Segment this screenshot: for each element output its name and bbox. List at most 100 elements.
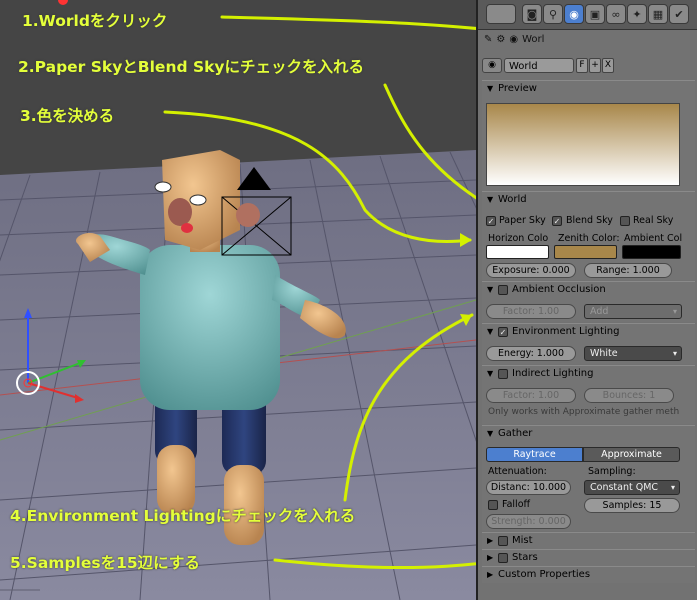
real-sky-checkbox[interactable] (620, 216, 630, 226)
falloff-label: Falloff (502, 499, 531, 510)
fake-user-button[interactable]: F (576, 58, 588, 73)
distance-field[interactable]: Distanc: 10.000 (486, 480, 571, 495)
ao-blend-value: Add (590, 306, 609, 317)
world-header[interactable]: ▼ World (482, 192, 695, 208)
material-icon[interactable]: ▦ (648, 4, 668, 24)
gather-title: Gather (498, 428, 533, 439)
paper-sky-checkbox[interactable]: ✓ (486, 216, 496, 226)
properties-panel: ◙ ⚲ ◉ ▣ ∞ ✦ ▦ ✔ ✎ ⚙ ◉ Worl ◉ World F + X… (476, 0, 697, 600)
sampling-select[interactable]: Constant QMC ▾ (584, 480, 680, 495)
ambient-occlusion-section: ▼ Ambient Occlusion Factor: 1.00 Add ▾ (482, 281, 695, 322)
context-tabs-bar: ◙ ⚲ ◉ ▣ ∞ ✦ ▦ ✔ (478, 0, 697, 30)
falloff-checkbox[interactable] (488, 500, 498, 510)
ambient-occlusion-checkbox[interactable] (498, 285, 508, 295)
annotation-step-4: 4.Environment Lightingにチェックを入れる (10, 507, 356, 525)
attenuation-label: Attenuation: (488, 466, 547, 477)
texture-icon[interactable]: ✔ (669, 4, 689, 24)
render-icon[interactable]: ◙ (522, 4, 542, 24)
world-browse-icon[interactable]: ◉ (482, 58, 502, 73)
paper-sky-label: Paper Sky (499, 215, 546, 226)
ao-factor-field[interactable]: Factor: 1.00 (486, 304, 576, 319)
environment-lighting-checkbox[interactable]: ✓ (498, 327, 508, 337)
gather-section: ▼ Gather Raytrace Approximate Attenuatio… (482, 425, 695, 531)
collapse-triangle-icon: ▼ (487, 429, 494, 438)
stars-title: Stars (512, 552, 538, 563)
horizon-color-swatch[interactable] (486, 245, 549, 259)
environment-lighting-title: Environment Lighting (512, 326, 620, 337)
ambient-color-swatch[interactable] (622, 245, 681, 259)
sampling-value: Constant QMC (590, 482, 659, 493)
add-world-button[interactable]: + (589, 58, 601, 73)
blend-sky-label: Blend Sky (566, 215, 613, 226)
constraint-icon[interactable]: ∞ (606, 4, 626, 24)
expand-triangle-icon: ▼ (487, 84, 494, 93)
horizon-color-label: Horizon Colo (488, 233, 549, 244)
real-sky-label: Real Sky (633, 215, 674, 226)
gather-raytrace-tab[interactable]: Raytrace (486, 447, 583, 462)
scene-breadcrumb-icon: ⚙ (496, 33, 506, 45)
gather-header[interactable]: ▼ Gather (482, 426, 695, 442)
world-breadcrumb-icon: ◉ (509, 33, 519, 45)
editor-type-button[interactable] (486, 4, 516, 24)
annotation-step-2: 2.Paper SkyとBlend Skyにチェックを入れる (18, 58, 365, 76)
dropdown-arrow-icon: ▾ (672, 349, 677, 358)
mist-checkbox[interactable] (498, 536, 508, 546)
expand-triangle-icon: ▶ (487, 570, 494, 579)
preview-section: ▼ Preview (482, 80, 695, 191)
collapse-triangle-icon: ▼ (487, 327, 494, 336)
indirect-lighting-title: Indirect Lighting (512, 368, 594, 379)
custom-properties-section: ▶ Custom Properties (482, 566, 695, 583)
preview-header[interactable]: ▼ Preview (482, 81, 695, 97)
custom-properties-header[interactable]: ▶ Custom Properties (482, 567, 695, 583)
indirect-lighting-header[interactable]: ▼ Indirect Lighting (482, 366, 695, 382)
annotation-step-1: 1.Worldをクリック (22, 12, 168, 30)
unlink-world-button[interactable]: X (602, 58, 614, 73)
dropdown-arrow-icon: ▾ (670, 483, 675, 492)
exposure-field[interactable]: Exposure: 0.000 (486, 263, 576, 278)
dropdown-arrow-icon: ▾ (672, 307, 677, 316)
collapse-triangle-icon: ▼ (487, 285, 494, 294)
samples-field[interactable]: Samples: 15 (584, 498, 680, 513)
mist-section: ▶ Mist (482, 532, 695, 549)
expand-triangle-icon: ▶ (487, 553, 494, 562)
environment-lighting-section: ▼ ✓ Environment Lighting Energy: 1.000 W… (482, 323, 695, 364)
mist-title: Mist (512, 535, 533, 546)
world-icon[interactable]: ◉ (564, 4, 584, 24)
custom-properties-title: Custom Properties (498, 569, 591, 580)
world-section-title: World (498, 194, 527, 205)
energy-field[interactable]: Energy: 1.000 (486, 346, 576, 361)
expand-triangle-icon: ▶ (487, 536, 494, 545)
strength-field[interactable]: Strength: 0.000 (486, 514, 571, 529)
ao-blend-select[interactable]: Add ▾ (584, 304, 682, 319)
indirect-note: Only works with Approximate gather meth (488, 407, 680, 417)
ambient-color-label: Ambient Col (624, 233, 683, 244)
indirect-factor-field[interactable]: Factor: 1.00 (486, 388, 576, 403)
world-section: ▼ World ✓ Paper Sky ✓ Blend Sky Real Sky… (482, 191, 695, 280)
stars-section: ▶ Stars (482, 549, 695, 566)
zenith-color-swatch[interactable] (554, 245, 617, 259)
env-color-select[interactable]: White ▾ (584, 346, 682, 361)
gather-approximate-tab[interactable]: Approximate (583, 447, 680, 462)
environment-lighting-header[interactable]: ▼ ✓ Environment Lighting (482, 324, 695, 340)
blend-sky-checkbox[interactable]: ✓ (552, 216, 562, 226)
breadcrumb-label: Worl (522, 33, 545, 45)
scene-icon[interactable]: ⚲ (543, 4, 563, 24)
env-color-value: White (590, 348, 618, 359)
range-field[interactable]: Range: 1.000 (584, 263, 672, 278)
bounces-field[interactable]: Bounces: 1 (584, 388, 674, 403)
world-name-field[interactable]: World (504, 58, 574, 73)
ambient-occlusion-header[interactable]: ▼ Ambient Occlusion (482, 282, 695, 298)
collapse-triangle-icon: ▼ (487, 369, 494, 378)
modifier-icon[interactable]: ✦ (627, 4, 647, 24)
3d-viewport[interactable]: 1.Worldをクリック 2.Paper SkyとBlend Skyにチェックを… (0, 0, 476, 600)
ambient-occlusion-title: Ambient Occlusion (512, 284, 606, 295)
stars-checkbox[interactable] (498, 553, 508, 563)
mist-header[interactable]: ▶ Mist (482, 533, 695, 549)
indirect-lighting-checkbox[interactable] (498, 369, 508, 379)
annotation-step-5: 5.Samplesを15辺にする (10, 554, 200, 572)
pin-icon[interactable]: ✎ (484, 34, 492, 45)
breadcrumb: ✎ ⚙ ◉ Worl (484, 31, 694, 47)
object-icon[interactable]: ▣ (585, 4, 605, 24)
stars-header[interactable]: ▶ Stars (482, 550, 695, 566)
zenith-color-label: Zenith Color: (558, 233, 620, 244)
